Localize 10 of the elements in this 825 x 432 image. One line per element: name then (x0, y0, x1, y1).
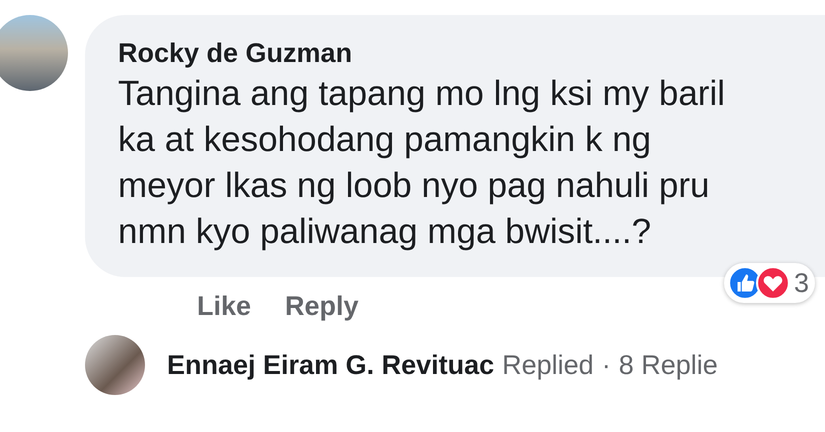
reaction-count: 3 (794, 268, 810, 298)
replies-count-link[interactable]: 8 Replie (618, 350, 718, 380)
author-name[interactable]: Rocky de Guzman (118, 35, 825, 71)
action-link[interactable]: Like (180, 290, 268, 322)
separator-dot: · (602, 350, 611, 380)
reply-author-name[interactable]: Ennaej Eiram G. Revituac (167, 350, 494, 380)
replied-label: Replied (502, 350, 594, 380)
reaction-summary[interactable]: 3 (724, 263, 816, 303)
comment-text: Tangina ang tapang mo lng ksi my baril ka at kesohodang pamangkin k ng meyor lkas ng loob nyo pag nahuli pru nmn kyo paliwanag mga bwisit....? (118, 73, 726, 253)
action-link[interactable]: Reply (268, 290, 376, 322)
